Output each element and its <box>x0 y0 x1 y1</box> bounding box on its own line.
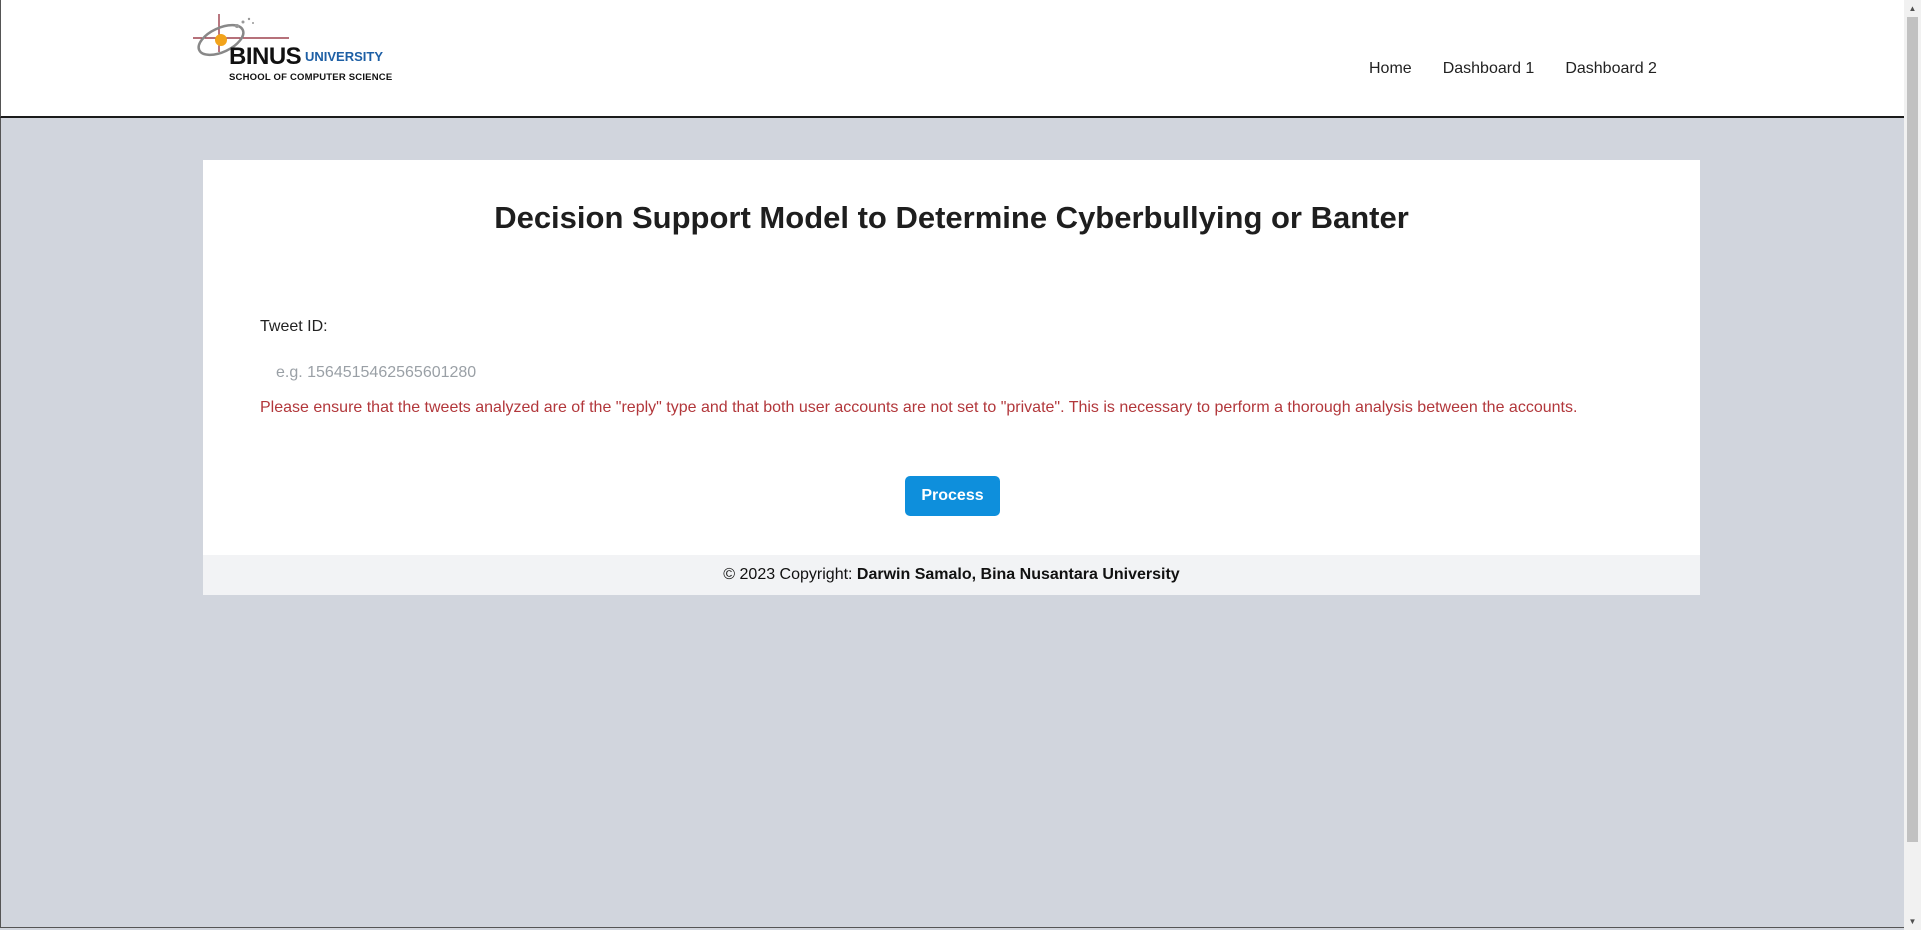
tweet-id-input[interactable] <box>260 358 1640 388</box>
nav-home-link[interactable]: Home <box>1369 60 1412 78</box>
tweet-id-label: Tweet ID: <box>260 318 328 335</box>
page-title: Decision Support Model to Determine Cybe… <box>494 200 1409 235</box>
logo-brand-subtext: UNIVERSITY <box>305 49 384 64</box>
nav-dashboard-2-link[interactable]: Dashboard 2 <box>1565 60 1657 78</box>
binus-logo[interactable]: BINUS UNIVERSITY SCHOOL OF COMPUTER SCIE… <box>191 10 401 90</box>
warning-message: Please ensure that the tweets analyzed a… <box>260 399 1578 416</box>
logo-school-text: SCHOOL OF COMPUTER SCIENCE <box>229 72 393 83</box>
scroll-up-arrow-icon[interactable]: ▲ <box>1904 0 1921 17</box>
main-nav: Home Dashboard 1 Dashboard 2 <box>1369 60 1688 78</box>
logo-brand-text: BINUS <box>229 43 302 70</box>
scrollbar-thumb[interactable] <box>1907 17 1918 842</box>
copyright-owner: Darwin Samalo, Bina Nusantara University <box>856 566 1180 583</box>
nav-dashboard-1-link[interactable]: Dashboard 1 <box>1443 60 1535 78</box>
copyright-text: © 2023 Copyright: <box>723 566 857 583</box>
scroll-down-arrow-icon[interactable]: ▼ <box>1904 913 1921 930</box>
main-card: Decision Support Model to Determine Cybe… <box>203 160 1700 595</box>
site-header: BINUS UNIVERSITY SCHOOL OF COMPUTER SCIE… <box>0 0 1904 118</box>
process-button[interactable]: Process <box>905 476 1000 516</box>
vertical-scrollbar[interactable]: ▲ ▼ <box>1904 0 1921 930</box>
page-footer: © 2023 Copyright: Darwin Samalo, Bina Nu… <box>203 555 1700 595</box>
